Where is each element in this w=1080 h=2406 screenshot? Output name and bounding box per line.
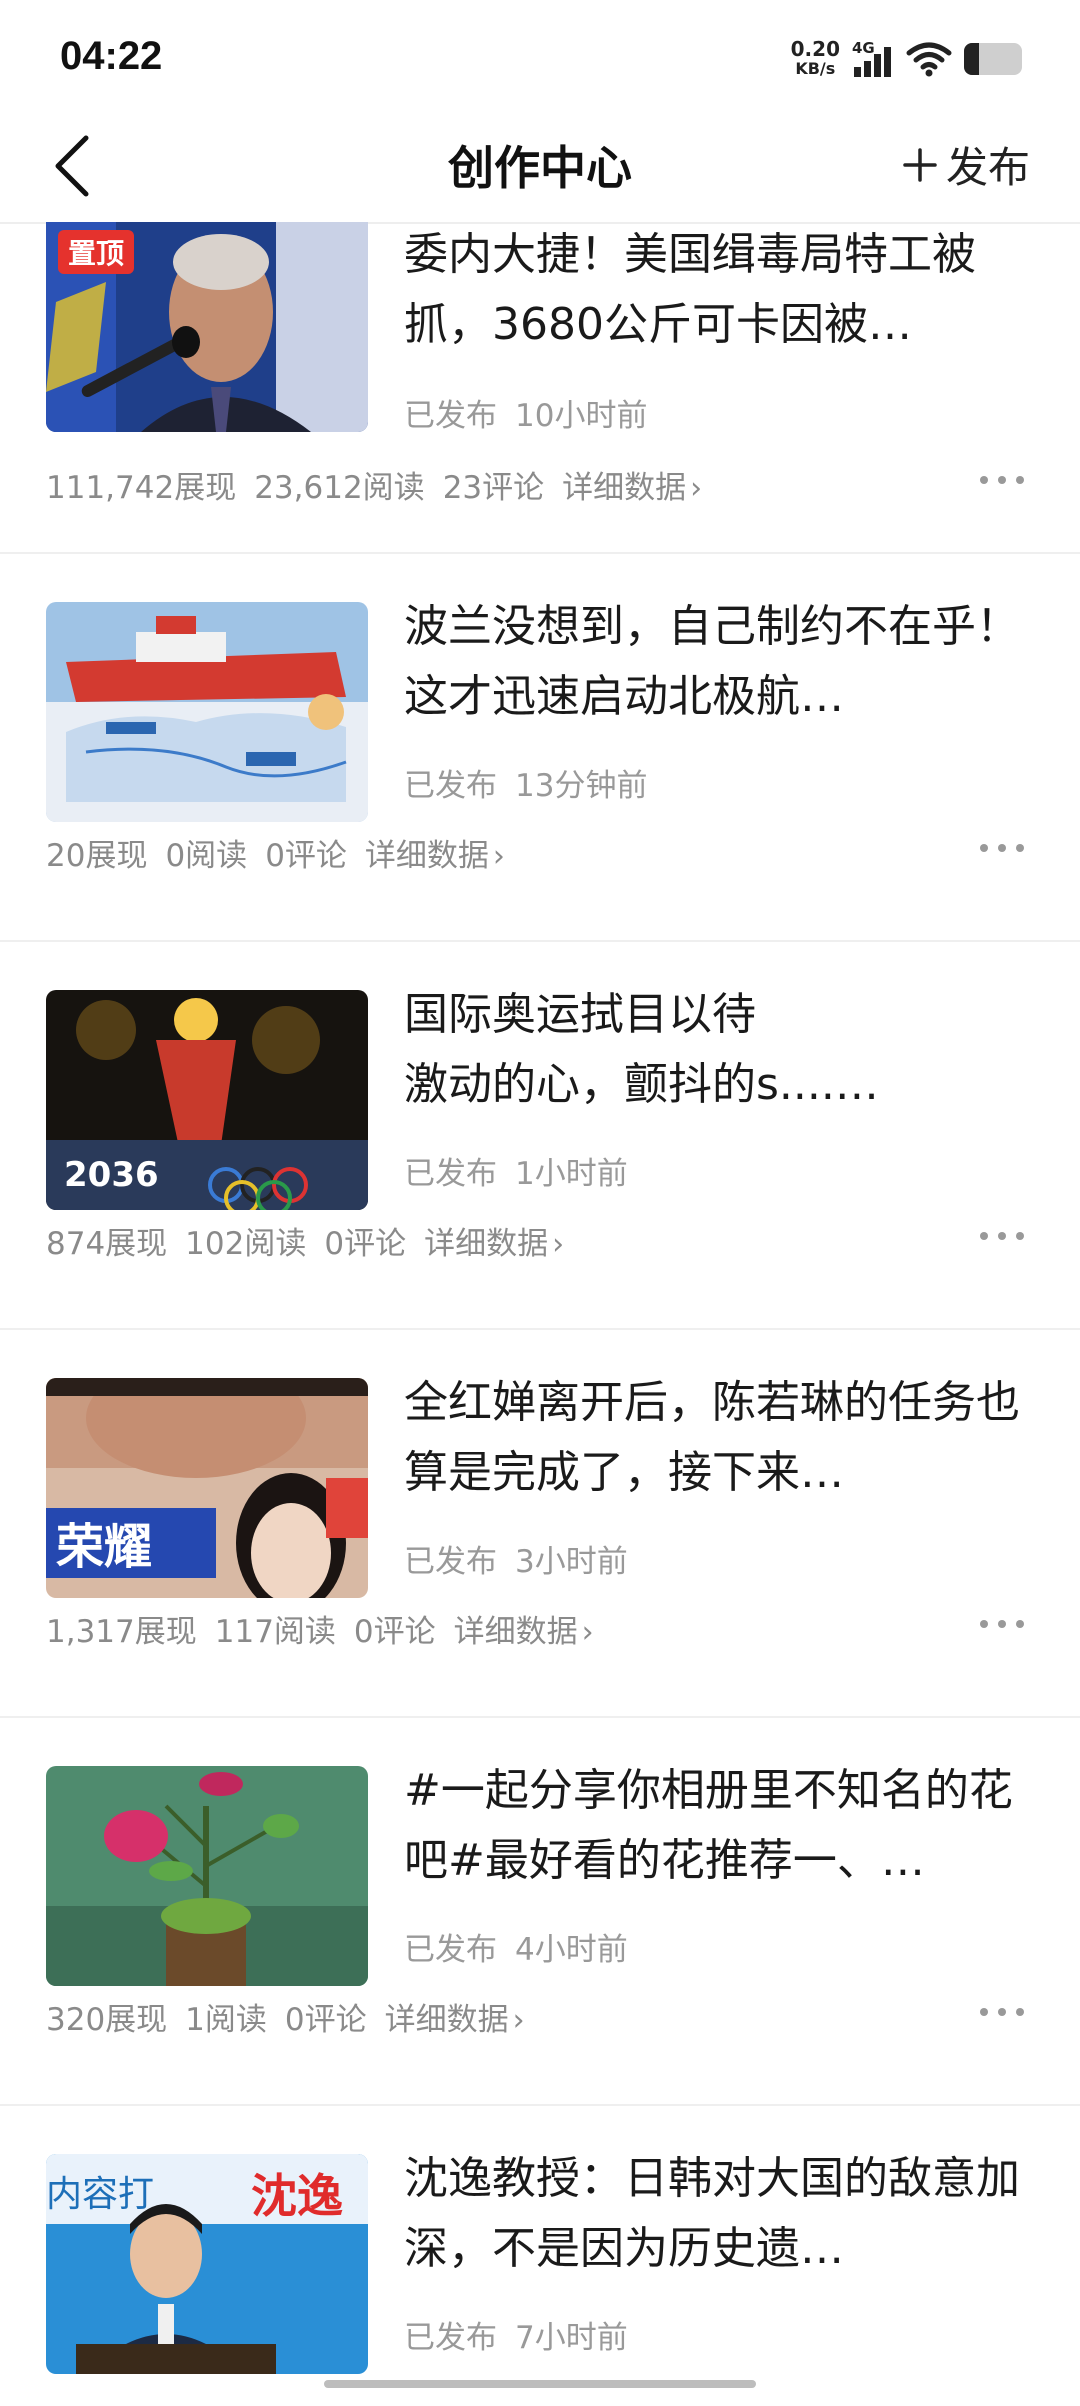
publish-status: 已发布 [404,1156,497,1192]
article-stats: 874展现 102阅读 0评论 详细数据 › [46,1218,600,1263]
detail-data-label: 详细数据 [453,1614,578,1650]
article-thumbnail: 内容打 沈逸 [46,2154,368,2374]
chevron-right-icon: › [552,1227,565,1262]
publish-info: 已发布 10小时前 [404,390,647,435]
publish-info: 已发布 4小时前 [404,1924,628,1969]
views-count: 20展现 [46,838,148,874]
detail-data-label: 详细数据 [424,1226,549,1262]
home-indicator[interactable] [324,2380,756,2388]
detail-data-label: 详细数据 [562,470,687,506]
article-title[interactable]: #一起分享你相册里不知名的花吧#最好看的花推荐一、… [404,1756,1034,1896]
plus-icon [903,147,937,182]
comments-count: 0评论 [265,838,347,874]
more-options-button[interactable] [980,1226,1030,1246]
publish-info: 已发布 7小时前 [404,2312,628,2357]
reads-count: 102阅读 [185,1226,307,1262]
detail-data-link[interactable]: 详细数据 › [454,1614,612,1650]
thumbnail-text: 2036 [64,1155,159,1195]
article-thumbnail [46,602,368,822]
status-time: 04:22 [60,34,163,78]
views-count: 1,317展现 [46,1614,197,1650]
comments-count: 23评论 [442,470,545,506]
article-title[interactable]: 委内大捷！美国缉毒局特工被抓，3680公斤可卡因被… [404,220,1034,360]
publish-time: 10小时前 [515,398,648,434]
publish-info: 已发布 3小时前 [404,1536,628,1581]
publish-status: 已发布 [404,2320,497,2356]
wifi-icon [906,42,952,77]
article-item[interactable]: #一起分享你相册里不知名的花吧#最好看的花推荐一、… 已发布 4小时前 320展现… [0,1718,1080,2106]
publish-status: 已发布 [404,1932,497,1968]
article-stats: 320展现 1阅读 0评论 详细数据 › [46,1994,561,2039]
article-title[interactable]: 国际奥运拭目以待 激动的心，颤抖的s....… [404,980,1034,1120]
article-thumbnail: 2036 [46,990,368,1210]
article-title[interactable]: 沈逸教授：日韩对大国的敌意加深，不是因为历史遗… [404,2144,1034,2284]
article-title[interactable]: 全红婵离开后，陈若琳的任务也算是完成了，接下来… [404,1368,1034,1508]
reads-count: 0阅读 [165,838,248,874]
views-count: 874展现 [46,1226,168,1262]
article-thumbnail: 荣耀 [46,1378,368,1598]
article-stats: 111,742展现 23,612阅读 23评论 详细数据 › [46,462,738,507]
detail-data-link[interactable]: 详细数据 › [562,470,720,506]
detail-data-label: 详细数据 [364,838,489,874]
views-count: 111,742展现 [46,470,237,506]
article-thumbnail: 置顶 [46,222,368,432]
article-title[interactable]: 波兰没想到，自己制约不在乎！这才迅速启动北极航… [404,592,1034,732]
detail-data-link[interactable]: 详细数据 › [385,2002,543,2038]
comments-count: 0评论 [353,1614,436,1650]
publish-status: 已发布 [404,398,497,434]
reads-count: 23,612阅读 [254,470,425,506]
network-speed: 0.20 KB/s [791,39,840,79]
article-item[interactable]: 波兰没想到，自己制约不在乎！这才迅速启动北极航… 已发布 13分钟前 20展现 0阅… [0,554,1080,942]
network-speed-unit: KB/s [795,59,836,78]
article-item[interactable]: 置顶 委内大捷！美国缉毒局特工被抓，3680公斤可卡因被… 已发布 10小时前 1… [0,222,1080,554]
views-count: 320展现 [46,2002,168,2038]
publish-time: 13分钟前 [515,768,648,804]
chevron-right-icon: › [690,471,703,506]
publish-time: 4小时前 [515,1932,628,1968]
publish-status: 已发布 [404,1544,497,1580]
cellular-signal-icon: 4G [852,39,894,79]
publish-info: 已发布 1小时前 [404,1148,628,1193]
chevron-right-icon: › [492,839,505,874]
article-stats: 20展现 0阅读 0评论 详细数据 › [46,830,541,875]
status-bar: 04:22 0.20 KB/s 4G [0,0,1080,110]
thumbnail-text: 内容打 [46,2174,154,2215]
reads-count: 117阅读 [214,1614,336,1650]
more-options-button[interactable] [980,838,1030,858]
article-item[interactable]: 荣耀 全红婵离开后，陈若琳的任务也算是完成了，接下来… 已发布 3小时前 1,31… [0,1330,1080,1718]
thumbnail-text: 沈逸 [251,2169,343,2223]
pinned-badge: 置顶 [58,230,135,274]
publish-button[interactable]: 发布 [902,134,1030,195]
publish-time: 1小时前 [515,1156,628,1192]
publish-time: 3小时前 [515,1544,628,1580]
network-type: 4G [852,39,875,57]
article-stats: 1,317展现 117阅读 0评论 详细数据 › [46,1606,630,1651]
chevron-right-icon: › [512,2003,525,2038]
detail-data-label: 详细数据 [384,2002,509,2038]
more-options-button[interactable] [980,2002,1030,2022]
comments-count: 0评论 [324,1226,407,1262]
top-nav-bar: 创作中心 发布 [0,110,1080,224]
article-item[interactable]: 2036 国际奥运拭目以待 激动的心，颤抖的s....… 已发布 1小时前 874… [0,942,1080,1330]
thumbnail-text: 荣耀 [56,1519,152,1575]
article-thumbnail [46,1766,368,1986]
publish-status: 已发布 [404,768,497,804]
reads-count: 1阅读 [185,2002,267,2038]
article-list: 置顶 委内大捷！美国缉毒局特工被抓，3680公斤可卡因被… 已发布 10小时前 1… [0,222,1080,2406]
chevron-right-icon: › [581,1615,594,1650]
more-options-button[interactable] [980,1614,1030,1634]
network-speed-value: 0.20 [790,37,840,61]
detail-data-link[interactable]: 详细数据 › [365,838,523,874]
detail-data-link[interactable]: 详细数据 › [424,1226,582,1262]
article-item[interactable]: 内容打 沈逸 沈逸教授：日韩对大国的敌意加深，不是因为历史遗… 已发布 7小时前 [0,2106,1080,2406]
battery-icon [964,43,1022,75]
status-icons: 0.20 KB/s 4G [791,36,1022,82]
publish-label: 发布 [945,143,1030,192]
publish-time: 7小时前 [515,2320,628,2356]
publish-info: 已发布 13分钟前 [404,760,647,805]
comments-count: 0评论 [284,2002,367,2038]
more-options-button[interactable] [980,470,1030,490]
